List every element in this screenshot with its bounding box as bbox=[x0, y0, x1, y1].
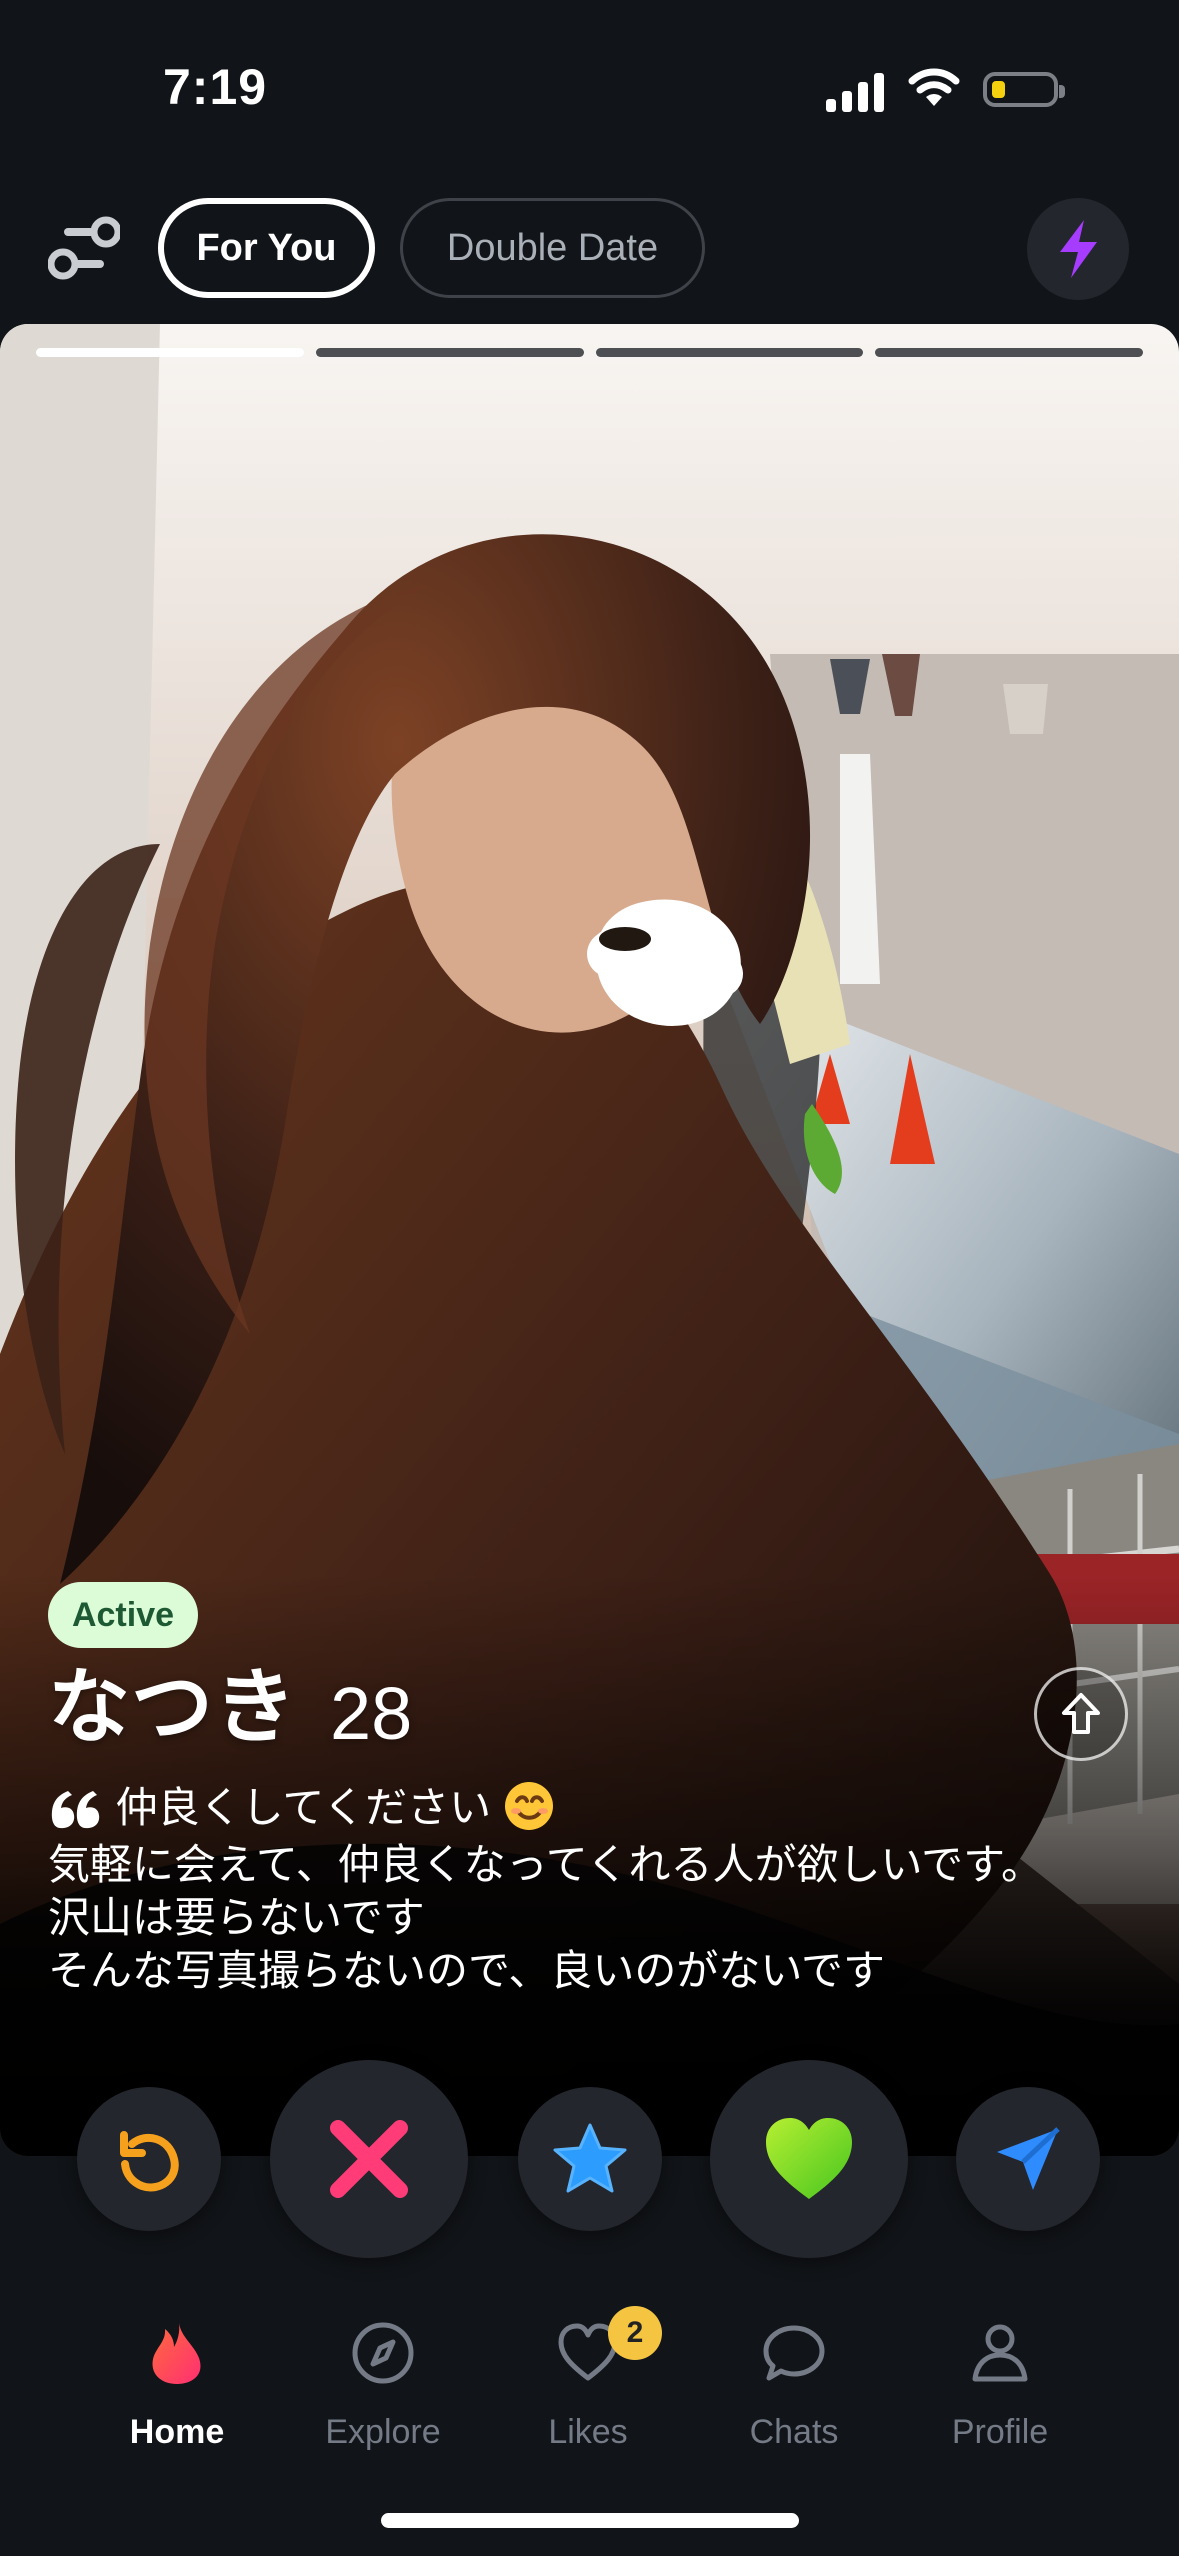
quote-icon bbox=[51, 1791, 100, 1829]
super-like-button[interactable] bbox=[518, 2087, 662, 2231]
smiling-face-icon bbox=[504, 1782, 553, 1830]
nav-profile-label: Profile bbox=[951, 2413, 1049, 2451]
chat-icon bbox=[763, 2325, 825, 2381]
compass-icon bbox=[352, 2322, 414, 2384]
like-button[interactable] bbox=[710, 2060, 908, 2258]
sliders-icon[interactable] bbox=[48, 212, 120, 284]
bio-line-4: そんな写真撮らないので、良いのがないです bbox=[48, 1947, 886, 1994]
battery-level bbox=[992, 81, 1005, 98]
nope-button[interactable] bbox=[270, 2060, 468, 2258]
bio-first-line: 仲良くしてください bbox=[48, 1779, 598, 1837]
profile-name: なつき bbox=[48, 1662, 298, 1753]
nav-likes[interactable]: 2 Likes bbox=[508, 2306, 668, 2460]
battery-icon bbox=[983, 72, 1065, 107]
nav-profile[interactable]: Profile bbox=[920, 2320, 1080, 2460]
boost-send-button[interactable] bbox=[956, 2087, 1100, 2231]
nav-explore[interactable]: Explore bbox=[303, 2320, 463, 2460]
nav-home[interactable]: Home bbox=[97, 2320, 257, 2460]
user-icon bbox=[972, 2324, 1028, 2382]
star-icon bbox=[553, 2123, 627, 2193]
rewind-button[interactable] bbox=[77, 2087, 221, 2231]
photo-progress bbox=[36, 348, 1143, 357]
dating-app-screen: 7:19 For You Double Date Active なつき 28 仲… bbox=[0, 0, 1179, 2556]
bio-line-3: 沢山は要らないです bbox=[48, 1894, 425, 1941]
home-indicator bbox=[381, 2513, 799, 2528]
profile-card[interactable]: Active なつき 28 仲良くしてください 気軽に会えて、仲良くなってくれる… bbox=[0, 324, 1179, 2156]
status-icons bbox=[826, 62, 1081, 112]
nav-explore-label: Explore bbox=[325, 2413, 441, 2451]
wifi-icon bbox=[908, 68, 960, 106]
tab-double-date[interactable]: Double Date bbox=[400, 198, 705, 298]
rewind-icon bbox=[120, 2131, 179, 2192]
nav-home-label: Home bbox=[129, 2413, 225, 2451]
tab-for-you[interactable]: For You bbox=[158, 198, 375, 298]
profile-age: 28 bbox=[330, 1672, 413, 1755]
status-time: 7:19 bbox=[163, 59, 268, 115]
photo-progress-4 bbox=[875, 348, 1143, 357]
nav-chats[interactable]: Chats bbox=[714, 2320, 874, 2460]
lightning-icon bbox=[1060, 220, 1097, 278]
flame-icon bbox=[152, 2323, 201, 2384]
photo-progress-2 bbox=[315, 348, 584, 357]
heart-icon bbox=[766, 2118, 852, 2199]
send-icon bbox=[997, 2127, 1060, 2190]
likes-count-badge: 2 bbox=[608, 2306, 662, 2360]
profile-info-button[interactable] bbox=[1034, 1667, 1128, 1761]
boost-button[interactable] bbox=[1027, 198, 1129, 300]
signal-icon bbox=[826, 72, 888, 112]
active-status-badge: Active bbox=[48, 1582, 198, 1648]
bio-line-2: 気軽に会えて、仲良くなってくれる人が欲しいです。 bbox=[48, 1841, 1043, 1888]
photo-progress-3 bbox=[595, 348, 864, 357]
nav-likes-label: Likes bbox=[548, 2413, 628, 2451]
photo-progress-1 bbox=[36, 348, 304, 357]
nav-chats-label: Chats bbox=[749, 2413, 839, 2451]
x-icon bbox=[330, 2120, 408, 2198]
bio-line-1: 仲良くしてください bbox=[115, 1784, 492, 1831]
arrow-up-icon bbox=[1062, 1693, 1100, 1734]
